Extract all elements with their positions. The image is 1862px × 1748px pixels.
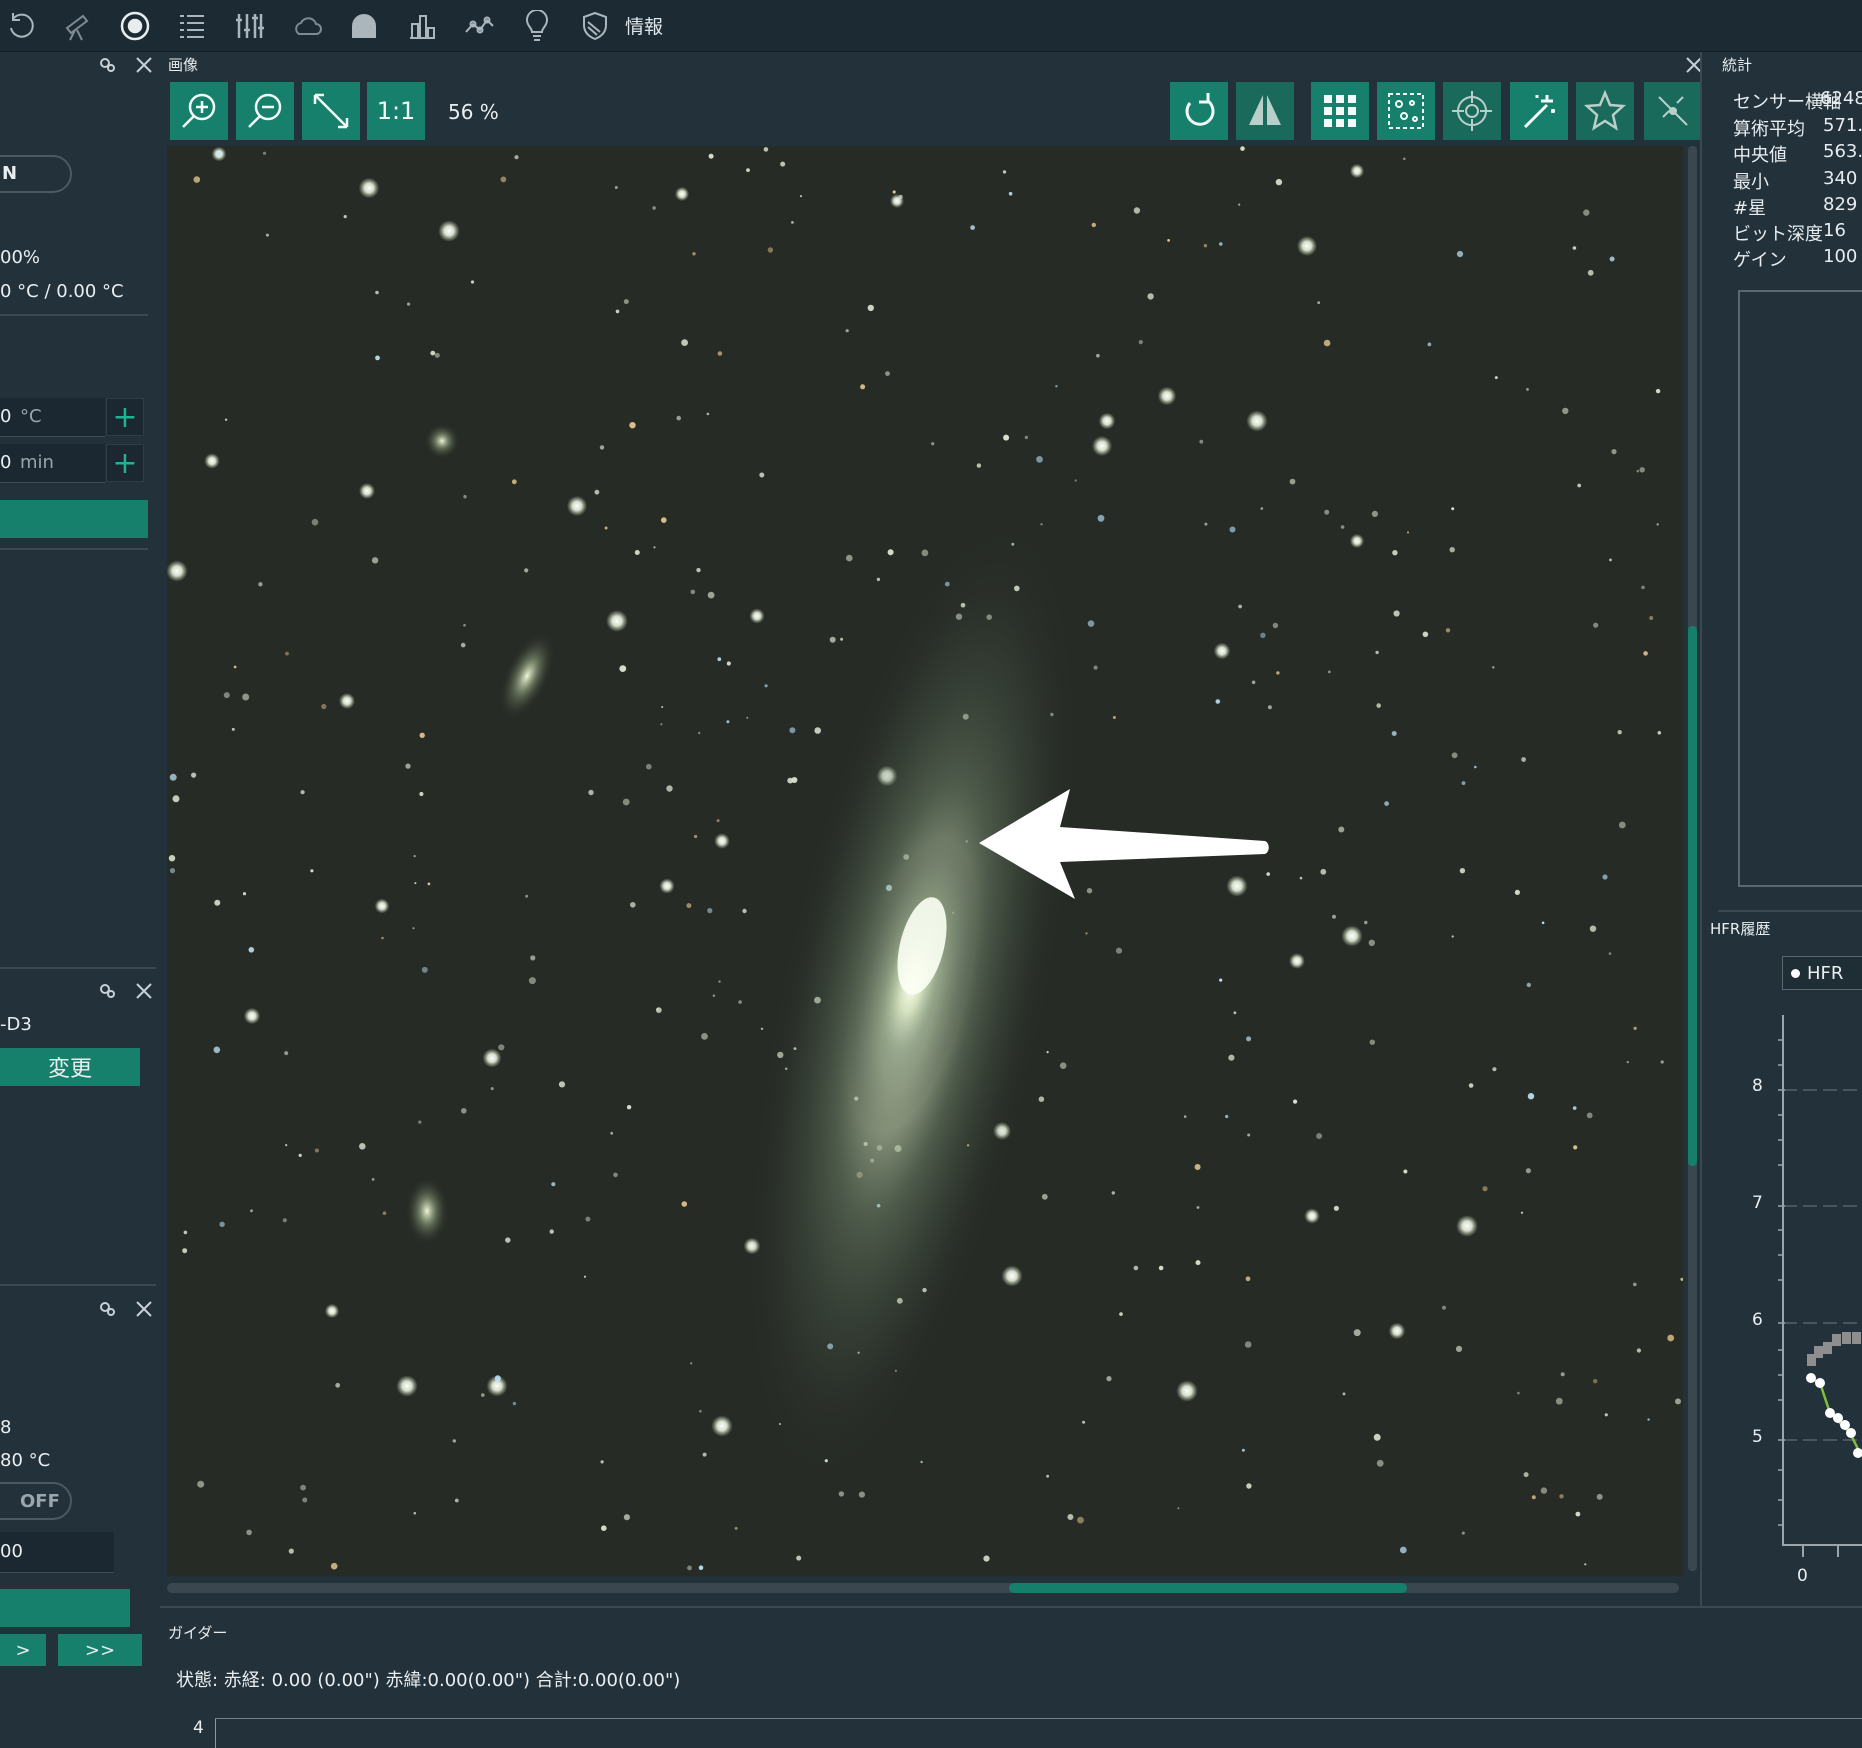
zoom-1-to-1-button[interactable]: 1:1: [367, 82, 425, 140]
zoom-percent-label: 56 %: [448, 100, 499, 124]
stat-value: 340: [1823, 168, 1858, 189]
hfr-chart: [1778, 1015, 1862, 1557]
close-icon[interactable]: [135, 56, 153, 74]
star-detection-button[interactable]: [1377, 82, 1435, 140]
settings-gear-icon[interactable]: [98, 56, 116, 74]
lightbulb-icon[interactable]: [518, 7, 556, 45]
duration-input[interactable]: 0 min: [0, 444, 105, 483]
histogram-area: [1738, 290, 1862, 887]
guider-panel-title: ガイダー: [168, 1624, 228, 1642]
off-toggle[interactable]: OFF: [0, 1482, 72, 1520]
value-field[interactable]: 00: [0, 1532, 114, 1573]
hfr-y-tick: 6: [1752, 1310, 1763, 1330]
percent-value: 00%: [0, 247, 41, 268]
left-equipment-panel: N 00% 0 °C / 0.00 °C 0 °C + 0 min + -D3 …: [0, 52, 160, 1748]
cool-apply-button[interactable]: [0, 500, 148, 538]
sky-image: [167, 146, 1683, 1576]
close-icon[interactable]: [135, 1300, 153, 1318]
temperature-readout: 0 °C / 0.00 °C: [0, 281, 124, 302]
close-icon[interactable]: [135, 982, 153, 1000]
zoom-out-button[interactable]: [236, 82, 294, 140]
stat-key: 中央値: [1733, 145, 1787, 166]
hfr-panel-title: HFR履歴: [1710, 920, 1771, 938]
guider-y-tick: 4: [193, 1718, 204, 1738]
horizontal-scrollbar[interactable]: [167, 1583, 1679, 1593]
grid-button[interactable]: [1311, 82, 1369, 140]
shield-icon[interactable]: [576, 7, 614, 45]
statistics-panel-title: 統計: [1722, 56, 1753, 74]
hfr-y-tick: 5: [1752, 1427, 1763, 1447]
image-panel-title: 画像: [168, 56, 199, 74]
vertical-scrollbar[interactable]: [1688, 146, 1697, 1571]
star-annotation-button[interactable]: [1576, 82, 1634, 140]
device-name: -D3: [0, 1014, 32, 1035]
bar-chart-icon[interactable]: [403, 7, 441, 45]
stat-value: 16: [1823, 220, 1846, 241]
line-chart-icon[interactable]: [460, 7, 498, 45]
rotate-button[interactable]: [1170, 82, 1228, 140]
sliders-icon[interactable]: [230, 7, 268, 45]
horizontal-scroll-thumb[interactable]: [1009, 1583, 1407, 1593]
auto-stretch-button[interactable]: [1510, 82, 1568, 140]
stat-value: 100: [1823, 246, 1858, 267]
prev-button[interactable]: >: [0, 1634, 46, 1666]
stat-value: 6248: [1820, 88, 1862, 109]
stat-key: ゲイン: [1733, 250, 1787, 271]
flip-button[interactable]: [1236, 82, 1294, 140]
sequence-list-icon[interactable]: [173, 7, 211, 45]
power-toggle[interactable]: N: [0, 155, 72, 193]
hfr-y-tick: 8: [1752, 1076, 1763, 1096]
guider-status: 状態: 赤経: 0.00 (0.00") 赤緯:0.00(0.00") 合計:0…: [176, 1670, 681, 1691]
vertical-scroll-thumb[interactable]: [1688, 626, 1697, 1166]
next-button[interactable]: >>: [58, 1634, 142, 1666]
change-button[interactable]: 変更: [0, 1048, 140, 1086]
crosshair-button[interactable]: [1443, 82, 1501, 140]
top-navigation-bar: 情報: [0, 0, 1862, 52]
cloud-icon[interactable]: [288, 7, 326, 45]
value-label: 8: [0, 1417, 12, 1438]
info-tab-label[interactable]: 情報: [625, 12, 663, 39]
plate-solve-button[interactable]: [1644, 82, 1702, 140]
stat-value: 563.: [1823, 141, 1862, 162]
hfr-y-tick: 7: [1752, 1193, 1763, 1213]
zoom-in-button[interactable]: [170, 82, 228, 140]
fit-to-window-button[interactable]: [302, 82, 360, 140]
temperature-label: 80 °C: [0, 1450, 51, 1471]
stat-key: #星: [1733, 198, 1767, 219]
stat-key: 算術平均: [1733, 119, 1805, 140]
target-temperature-input[interactable]: 0 °C: [0, 398, 105, 437]
settings-gear-icon[interactable]: [98, 982, 116, 1000]
stat-key: 最小: [1733, 172, 1769, 193]
observatory-icon[interactable]: [345, 7, 383, 45]
hfr-series-grey: [1807, 1332, 1861, 1366]
refresh-icon[interactable]: [2, 7, 40, 45]
stat-value: 571.: [1823, 115, 1862, 136]
target-icon[interactable]: [116, 7, 154, 45]
settings-gear-icon[interactable]: [98, 1300, 116, 1318]
increase-duration-button[interactable]: +: [106, 444, 144, 482]
legend-dot-icon: [1791, 969, 1800, 978]
guider-panel: ガイダー 状態: 赤経: 0.00 (0.00") 赤緯:0.00(0.00")…: [160, 1606, 1862, 1748]
hfr-legend: HFR: [1782, 956, 1862, 990]
astro-image-viewer[interactable]: [167, 146, 1683, 1576]
stat-value: 829: [1823, 194, 1858, 215]
increase-temperature-button[interactable]: +: [106, 398, 144, 436]
stat-key: ビット深度: [1733, 224, 1823, 245]
telescope-icon[interactable]: [58, 7, 96, 45]
action-button[interactable]: [0, 1589, 130, 1627]
hfr-x-tick: 0: [1797, 1566, 1808, 1586]
